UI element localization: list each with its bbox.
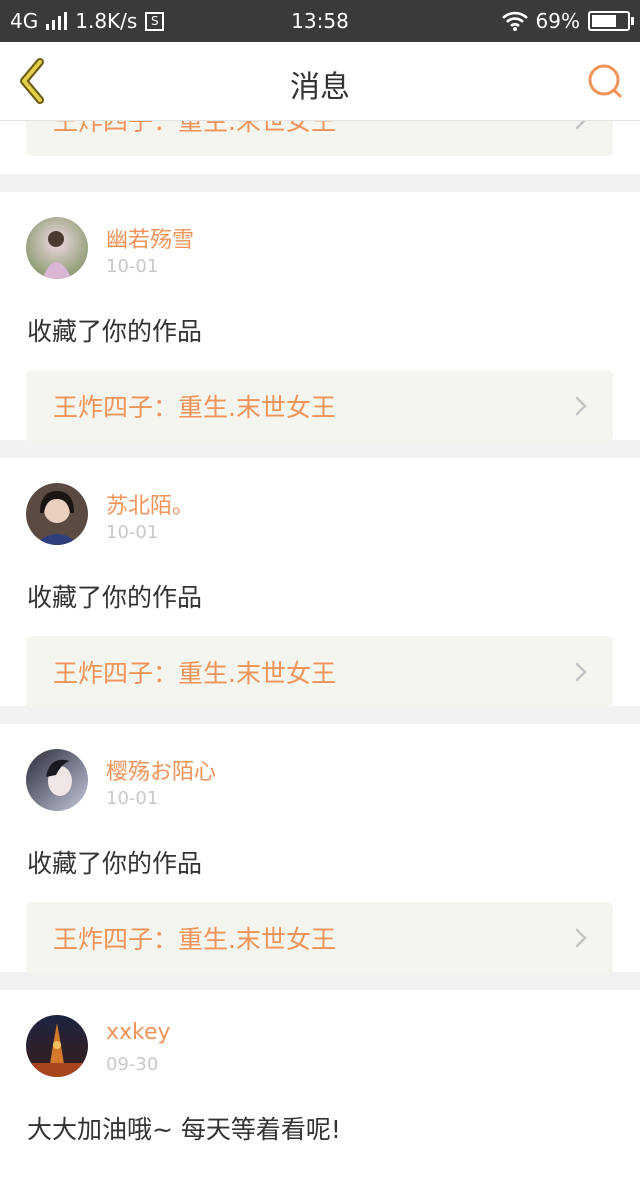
- status-right: 69%: [501, 9, 634, 33]
- work-link[interactable]: 王炸四子：重生.末世女王: [26, 370, 613, 442]
- username-link[interactable]: xxkey: [106, 1020, 171, 1045]
- work-title: 王炸四子：重生.末世女王: [53, 925, 336, 954]
- wifi-icon: [501, 11, 528, 31]
- message-feed[interactable]: 王炸四子：重生.末世女王 幽若殇雪 10-01 收藏了你的作品 王炸四子：重生.…: [0, 120, 640, 1190]
- avatar[interactable]: [26, 217, 88, 279]
- work-link[interactable]: 王炸四子：重生.末世女王: [26, 120, 613, 156]
- search-button[interactable]: [586, 62, 626, 102]
- message-card: 樱殇お陌心 10-01 收藏了你的作品 王炸四子：重生.末世女王: [0, 724, 640, 974]
- search-icon: [588, 64, 622, 98]
- message-action: 收藏了你的作品: [27, 849, 203, 878]
- username-link[interactable]: 苏北陌。: [106, 488, 194, 520]
- message-action: 收藏了你的作品: [27, 583, 203, 612]
- message-comment: 大大加油哦~ 每天等着看呢!: [27, 1115, 341, 1144]
- avatar[interactable]: [26, 483, 88, 545]
- message-card: 幽若殇雪 10-01 收藏了你的作品 王炸四子：重生.末世女王: [0, 192, 640, 442]
- username-link[interactable]: 幽若殇雪: [106, 222, 194, 254]
- message-action: 收藏了你的作品: [27, 317, 203, 346]
- message-card: xxkey 09-30 大大加油哦~ 每天等着看呢!: [0, 990, 640, 1190]
- nav-bar: 消息: [0, 42, 640, 121]
- chevron-right-icon: [575, 662, 587, 682]
- chevron-right-icon: [575, 928, 587, 948]
- battery-percent: 69%: [535, 9, 580, 33]
- message-card-partial: 王炸四子：重生.末世女王: [0, 120, 640, 174]
- divider: [0, 972, 640, 990]
- message-date: 10-01: [106, 256, 159, 277]
- work-title: 王炸四子：重生.末世女王: [53, 120, 336, 136]
- chevron-right-icon: [575, 120, 587, 130]
- page-title: 消息: [290, 70, 350, 105]
- work-title: 王炸四子：重生.末世女王: [53, 393, 336, 422]
- message-date: 10-01: [106, 788, 159, 809]
- work-title: 王炸四子：重生.末世女王: [53, 659, 336, 688]
- divider: [0, 706, 640, 724]
- message-card: 苏北陌。 10-01 收藏了你的作品 王炸四子：重生.末世女王: [0, 458, 640, 708]
- username-link[interactable]: 樱殇お陌心: [106, 754, 216, 786]
- message-date: 10-01: [106, 522, 159, 543]
- status-bar: 4G 1.8K/s S 13:58 69%: [0, 0, 640, 42]
- battery-icon: [588, 11, 634, 31]
- divider: [0, 174, 640, 192]
- chevron-left-icon: [20, 58, 44, 104]
- message-date: 09-30: [106, 1054, 159, 1075]
- avatar[interactable]: [26, 749, 88, 811]
- avatar[interactable]: [26, 1015, 88, 1077]
- work-link[interactable]: 王炸四子：重生.末世女王: [26, 902, 613, 974]
- divider: [0, 440, 640, 458]
- work-link[interactable]: 王炸四子：重生.末世女王: [26, 636, 613, 708]
- chevron-right-icon: [575, 396, 587, 416]
- back-button[interactable]: [16, 58, 56, 104]
